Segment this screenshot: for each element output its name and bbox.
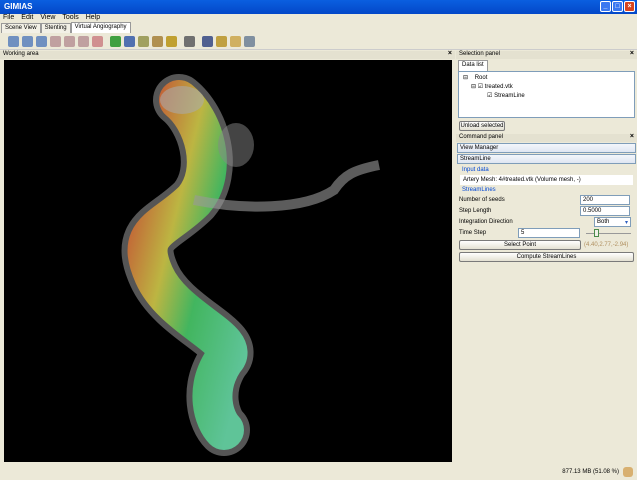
artery-mesh-field: Artery Mesh: 4#treated.vtk (Volume mesh,…: [460, 175, 633, 185]
memory-icon: [623, 467, 633, 477]
unload-selected-button[interactable]: Unload selected: [459, 121, 505, 131]
compute-streamlines-button[interactable]: Compute StreamLines: [459, 252, 634, 262]
menu-view[interactable]: View: [40, 14, 55, 23]
time-step-slider[interactable]: [586, 233, 631, 234]
axis-icon[interactable]: [138, 36, 149, 47]
tree-label: Root: [474, 75, 488, 81]
streamline-bar[interactable]: StreamLine: [457, 154, 636, 164]
close-icon[interactable]: ×: [448, 50, 452, 57]
tree-item-root[interactable]: ⊟ Root: [463, 74, 630, 83]
close-icon[interactable]: ×: [630, 50, 634, 57]
working-area-title: Working area: [3, 51, 39, 57]
app-title: GIMIAS: [4, 2, 33, 11]
working-area: Working area ×: [0, 50, 455, 462]
right-panel: Selection panel × Data list ⊟ Root ⊟ ☑ tr…: [456, 50, 637, 264]
memory-usage: 877.13 MB (51.08 %): [562, 469, 619, 475]
command-panel-title: Command panel: [459, 134, 504, 140]
eye-icon[interactable]: [166, 36, 177, 47]
menu-edit[interactable]: Edit: [21, 14, 33, 23]
select-point-button[interactable]: Select Point: [459, 240, 581, 250]
3d-viewport[interactable]: [4, 60, 452, 462]
view-z-icon[interactable]: [78, 36, 89, 47]
data-tree: ⊟ Root ⊟ ☑ treated.vtk ☑ StreamLine: [458, 71, 635, 118]
plane-icon[interactable]: [230, 36, 241, 47]
integration-direction-select[interactable]: Both ▾: [594, 217, 631, 227]
chevron-down-icon: ▾: [624, 220, 628, 226]
point-coordinates: (4.40,2.77,-2.94): [584, 242, 629, 248]
lock-icon[interactable]: [152, 36, 163, 47]
tree-item-streamline[interactable]: ☑ StreamLine: [463, 92, 630, 101]
step-length-label: Step Length: [459, 208, 492, 214]
layout-1-icon[interactable]: [8, 36, 19, 47]
cylinder-icon[interactable]: [216, 36, 227, 47]
recycle-icon[interactable]: [110, 36, 121, 47]
tree-label: treated.vtk: [484, 84, 513, 90]
minimize-button[interactable]: _: [600, 1, 611, 12]
toolbar: [0, 34, 637, 50]
num-seeds-input[interactable]: 200: [580, 195, 630, 205]
tree-label: StreamLine: [494, 93, 525, 99]
status-bar: 877.13 MB (51.08 %): [0, 465, 637, 480]
move-icon[interactable]: [124, 36, 135, 47]
layout-3-icon[interactable]: [36, 36, 47, 47]
view-x-icon[interactable]: [50, 36, 61, 47]
tab-virtual-angiography[interactable]: Virtual Angiography: [70, 22, 131, 33]
step-length-input[interactable]: 0.5000: [580, 206, 630, 216]
view-3d-icon[interactable]: [92, 36, 103, 47]
camera-icon[interactable]: [184, 36, 195, 47]
view-manager-bar[interactable]: View Manager: [457, 143, 636, 153]
tree-item-treated[interactable]: ⊟ ☑ treated.vtk: [463, 83, 630, 92]
lasso-icon[interactable]: [244, 36, 255, 47]
command-panel-header: Command panel ×: [456, 133, 637, 142]
tab-scene-view[interactable]: Scene View: [1, 23, 41, 33]
tab-data-list[interactable]: Data list: [458, 60, 488, 71]
time-step-input[interactable]: 5: [518, 228, 580, 238]
tab-stenting[interactable]: Stenting: [40, 23, 71, 33]
checkbox-icon[interactable]: ☑: [487, 93, 492, 99]
input-data-label: Input data: [462, 167, 489, 173]
checkbox-icon[interactable]: ☑: [478, 84, 483, 90]
menu-file[interactable]: File: [3, 14, 14, 23]
integration-direction-label: Integration Direction: [459, 219, 513, 225]
title-bar: GIMIAS _ □ ×: [0, 0, 637, 14]
streamlines-label: StreamLines: [462, 187, 496, 193]
selection-panel-title: Selection panel: [459, 51, 501, 57]
maximize-button[interactable]: □: [612, 1, 623, 12]
layout-2-icon[interactable]: [22, 36, 33, 47]
time-step-label: Time Step: [459, 230, 487, 236]
sphere-icon[interactable]: [202, 36, 213, 47]
integration-direction-value: Both: [597, 219, 610, 225]
working-area-header: Working area ×: [0, 50, 455, 59]
slider-thumb[interactable]: [594, 229, 599, 237]
close-icon[interactable]: ×: [630, 133, 634, 140]
num-seeds-label: Number of seeds: [459, 197, 505, 203]
close-button[interactable]: ×: [624, 1, 635, 12]
view-y-icon[interactable]: [64, 36, 75, 47]
selection-panel-header: Selection panel ×: [456, 50, 637, 59]
vessel-render: [121, 74, 380, 456]
